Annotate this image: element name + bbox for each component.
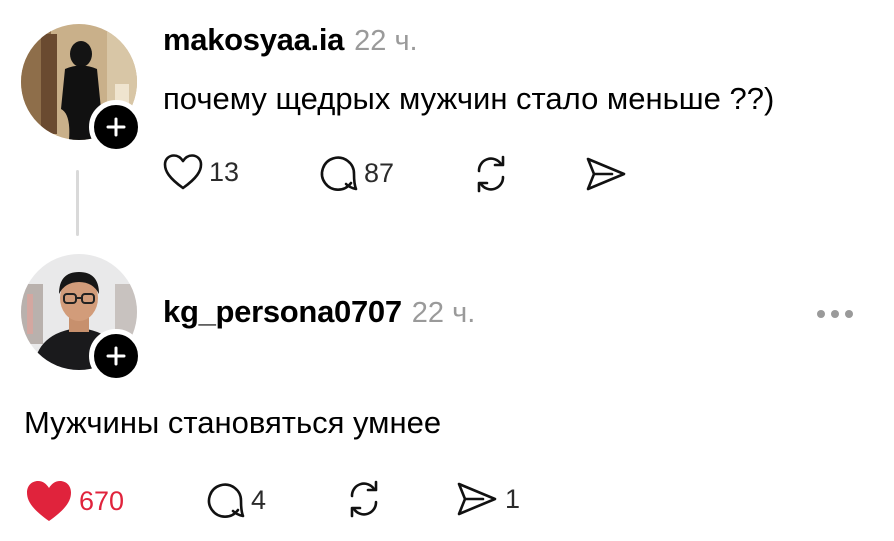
post-text: Мужчины становяться умнее	[24, 405, 442, 440]
like-button[interactable]: 13	[163, 153, 239, 191]
post-header: makosyaa.ia 22 ч.	[163, 22, 418, 58]
username[interactable]: kg_persona0707	[163, 294, 402, 330]
share-count: 1	[505, 483, 521, 514]
more-icon[interactable]	[817, 310, 853, 318]
share-button[interactable]: 1	[455, 480, 520, 518]
comment-icon	[320, 156, 358, 191]
repost-icon	[477, 155, 505, 193]
thread-line	[76, 170, 79, 236]
heart-icon	[27, 481, 71, 521]
share-icon	[586, 157, 626, 191]
post-text: почему щедрых мужчин стало меньше ??)	[163, 81, 775, 116]
timestamp: 22 ч.	[354, 25, 418, 57]
plus-icon	[106, 117, 126, 137]
heart-icon	[163, 154, 203, 190]
plus-icon	[106, 346, 126, 366]
comment-count: 87	[364, 157, 395, 188]
timestamp: 22 ч.	[411, 297, 476, 329]
repost-button[interactable]	[470, 154, 512, 194]
like-count: 670	[79, 485, 125, 516]
username[interactable]: makosyaa.ia	[163, 22, 344, 58]
comment-icon	[207, 483, 245, 518]
share-icon	[457, 482, 497, 516]
follow-button[interactable]	[89, 100, 143, 154]
like-count: 13	[209, 156, 240, 187]
share-button[interactable]	[584, 155, 628, 193]
comment-button[interactable]: 87	[318, 153, 394, 193]
repost-button[interactable]	[343, 479, 385, 519]
like-button[interactable]: 670	[25, 479, 124, 523]
comment-count: 4	[251, 484, 267, 515]
follow-button[interactable]	[89, 329, 143, 383]
comment-button[interactable]: 4	[205, 480, 266, 520]
post-header: kg_persona0707 22 ч.	[163, 294, 475, 330]
repost-icon	[350, 480, 378, 518]
